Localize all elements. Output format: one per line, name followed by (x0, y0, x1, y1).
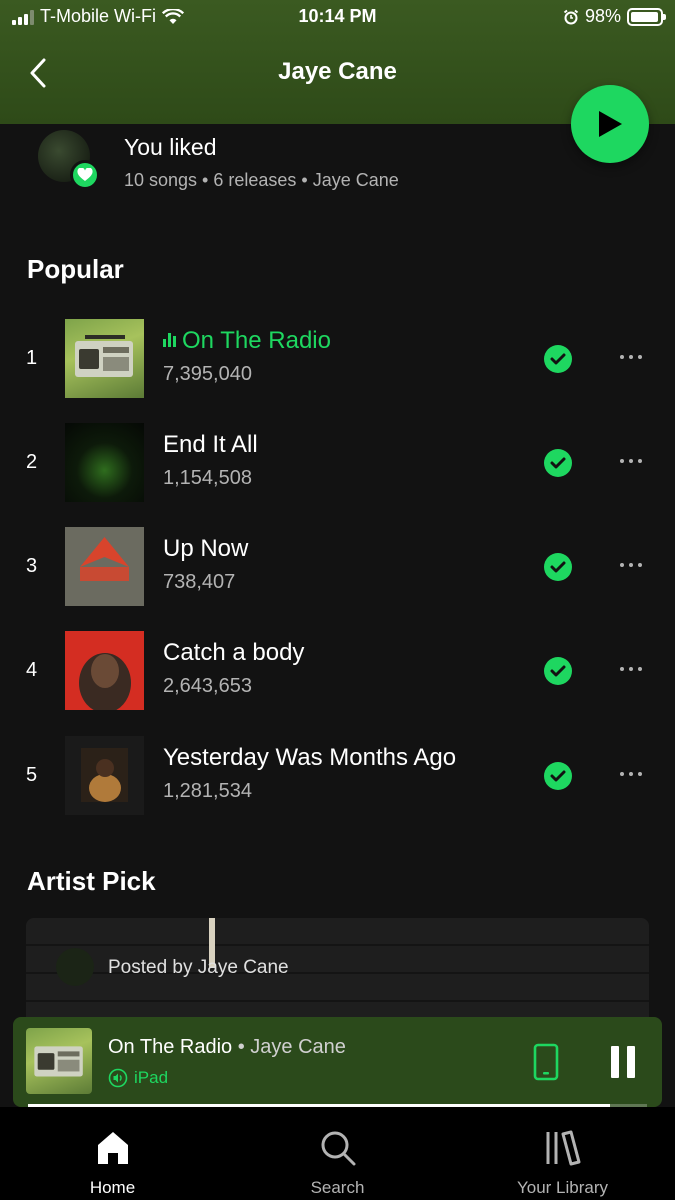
track-title: Catch a body (163, 639, 305, 666)
posted-by-label: Posted by Jaye Cane (108, 957, 289, 978)
speaker-icon (108, 1068, 128, 1088)
liked-title: You liked (124, 134, 217, 160)
track-row[interactable]: 5 Yesterday Was Months Ago 1,281,534 (0, 736, 675, 816)
album-art (65, 631, 144, 713)
track-row[interactable]: 3 Up Now 738,407 (0, 527, 675, 607)
mini-player[interactable]: On The Radio • Jaye Cane iPad (13, 1017, 662, 1107)
track-rank: 3 (26, 555, 38, 577)
tab-search[interactable]: Search (225, 1107, 450, 1200)
play-icon (599, 111, 622, 137)
home-icon (98, 1132, 128, 1164)
album-art (65, 736, 144, 815)
connected-device: iPad (108, 1068, 168, 1088)
separator: • (232, 1036, 251, 1058)
battery-icon (627, 7, 666, 26)
check-icon[interactable] (544, 345, 572, 373)
play-button[interactable] (571, 85, 649, 163)
track-row[interactable]: 2 End It All 1,154,508 (0, 423, 675, 503)
tab-home[interactable]: Home (0, 1107, 225, 1200)
more-options-icon[interactable] (620, 451, 652, 471)
more-options-icon[interactable] (620, 764, 652, 784)
track-rank: 5 (26, 764, 38, 786)
track-title: Yesterday Was Months Ago (163, 744, 457, 771)
artist-pick-card[interactable]: Posted by Jaye Cane (26, 918, 649, 1028)
search-icon (321, 1131, 356, 1166)
track-title: Up Now (163, 535, 249, 562)
battery-percent: 98% (584, 6, 621, 26)
album-art (65, 319, 144, 398)
tab-label: Search (310, 1178, 365, 1197)
popular-heading: Popular (27, 254, 124, 284)
check-icon[interactable] (544, 657, 572, 685)
liked-subtitle: 10 songs • 6 releases • Jaye Cane (124, 170, 399, 190)
check-icon[interactable] (544, 553, 572, 581)
track-row[interactable]: 4 Catch a body 2,643,653 (0, 631, 675, 713)
tab-label: Home (89, 1178, 136, 1197)
track-plays: 738,407 (163, 571, 236, 593)
progress-fill (28, 1104, 610, 1107)
library-icon (546, 1130, 581, 1166)
status-bar: T-Mobile Wi-Fi 10:14 PM 98% (0, 0, 675, 36)
track-title-text: On The Radio (182, 327, 331, 354)
track-plays: 1,281,534 (163, 780, 252, 802)
battery-status: 98% (563, 6, 666, 27)
now-playing-track: On The Radio (108, 1036, 233, 1058)
track-plays: 2,643,653 (163, 675, 252, 697)
track-rank: 1 (26, 347, 38, 369)
now-playing-icon (163, 332, 176, 347)
bottom-tab-bar: Home Search Your Library (0, 1107, 675, 1200)
more-options-icon[interactable] (620, 347, 652, 367)
album-art (65, 423, 144, 502)
pause-icon[interactable] (611, 1046, 641, 1078)
artist-header: T-Mobile Wi-Fi 10:14 PM 98% Jaye Cane (0, 0, 675, 124)
track-plays: 7,395,040 (163, 363, 252, 385)
track-row[interactable]: 1 On The Radio 7,395,040 (0, 319, 675, 399)
avatar (56, 948, 94, 986)
devices-icon[interactable] (533, 1043, 559, 1081)
more-options-icon[interactable] (620, 659, 652, 679)
more-options-icon[interactable] (620, 555, 652, 575)
track-plays: 1,154,508 (163, 467, 252, 489)
check-icon[interactable] (544, 762, 572, 790)
now-playing-title: On The Radio • Jaye Cane (108, 1036, 346, 1059)
check-icon[interactable] (544, 449, 572, 477)
now-playing-artist: Jaye Cane (250, 1036, 346, 1058)
track-title: End It All (163, 431, 258, 458)
track-title: On The Radio (163, 327, 331, 355)
playback-progress[interactable] (28, 1104, 647, 1107)
battery-fill (631, 11, 659, 22)
heart-icon (70, 160, 100, 190)
artist-pick-heading: Artist Pick (27, 866, 156, 896)
tab-your-library[interactable]: Your Library (450, 1107, 675, 1200)
track-rank: 4 (26, 659, 38, 681)
page-title: Jaye Cane (278, 58, 397, 85)
album-art (65, 527, 144, 606)
tab-label: Your Library (516, 1178, 609, 1197)
device-name: iPad (134, 1068, 169, 1087)
track-rank: 2 (26, 451, 38, 473)
alarm-icon (563, 9, 579, 24)
album-art (26, 1028, 92, 1094)
liked-songs-row[interactable]: You liked 10 songs • 6 releases • Jaye C… (38, 128, 558, 198)
